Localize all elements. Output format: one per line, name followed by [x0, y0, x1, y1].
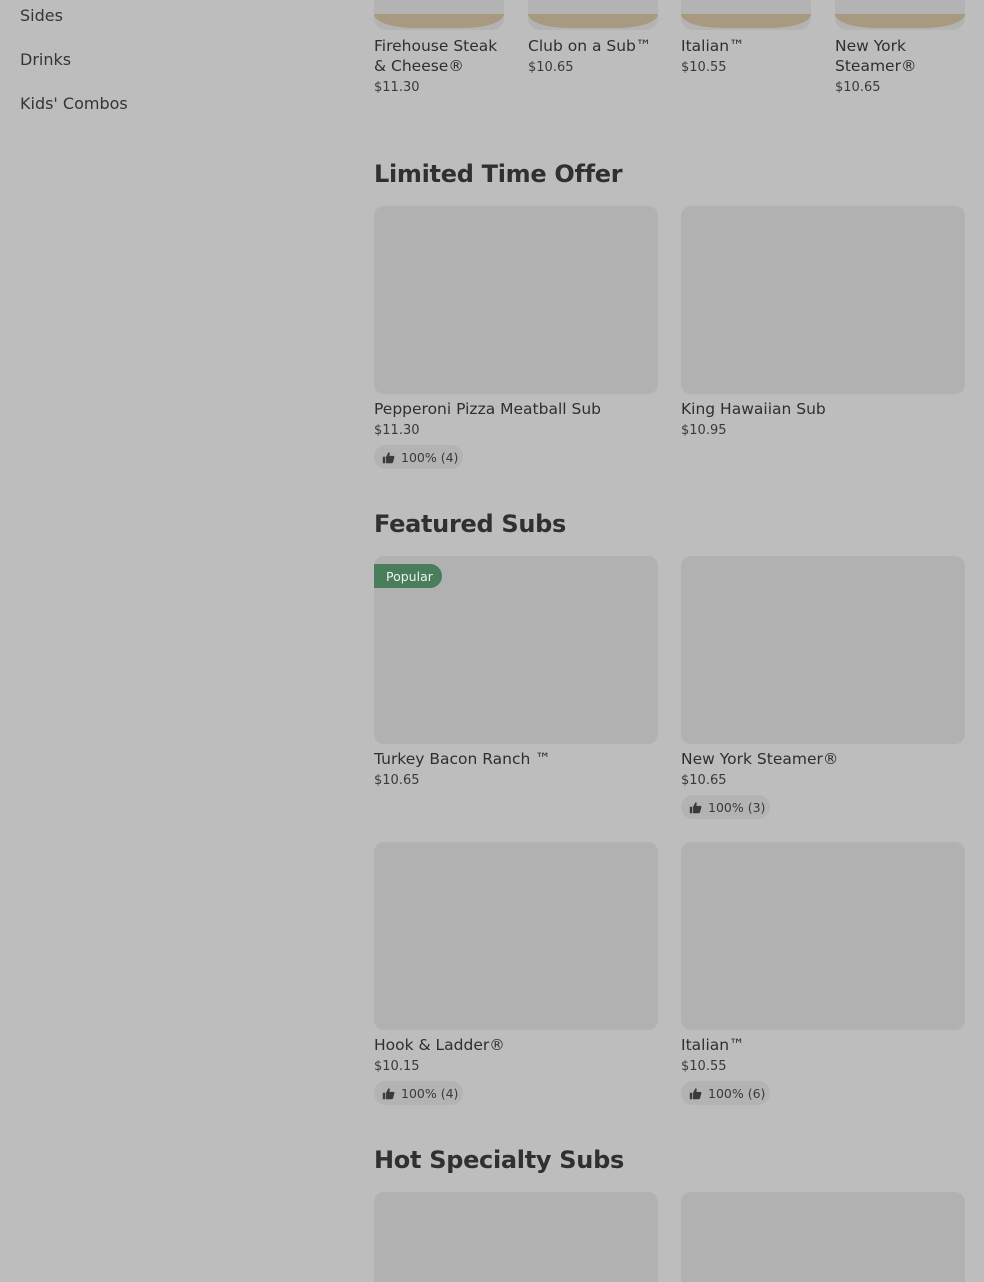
- product-image: [374, 842, 658, 1030]
- product-image: [681, 842, 965, 1030]
- product-name: King Hawaiian Sub: [681, 400, 826, 418]
- rating-text: 100% (4): [401, 1085, 459, 1101]
- product-price: $10.65: [681, 773, 727, 788]
- product-image: [528, 0, 658, 30]
- sidebar-item-drinks[interactable]: Drinks: [20, 50, 71, 69]
- section-title-hot-specialty-subs: Hot Specialty Subs: [374, 1146, 624, 1174]
- product-price: $10.15: [374, 1059, 420, 1074]
- popular-badge: Popular: [374, 564, 442, 588]
- section-title-limited-time-offer: Limited Time Offer: [374, 160, 623, 188]
- product-image: [374, 206, 658, 394]
- product-price: $10.65: [835, 80, 881, 95]
- thumbs-up-icon: [689, 801, 702, 813]
- product-image[interactable]: [374, 1192, 658, 1282]
- thumbs-up-icon: [382, 451, 395, 463]
- product-price: $10.55: [681, 60, 727, 75]
- rating-text: 100% (4): [401, 449, 459, 465]
- product-name: Turkey Bacon Ranch ™: [374, 750, 551, 768]
- product-price: $10.65: [374, 773, 420, 788]
- product-image: [681, 556, 965, 744]
- product-name: Firehouse Steak & Cheese®: [374, 37, 498, 75]
- product-price: $11.30: [374, 423, 420, 438]
- product-image[interactable]: [681, 1192, 965, 1282]
- page: Sides Drinks Kids' Combos Firehouse Stea…: [0, 0, 984, 1282]
- product-name: New York Steamer®: [835, 37, 917, 75]
- product-name: Pepperoni Pizza Meatball Sub: [374, 400, 601, 418]
- product-name: Hook & Ladder®: [374, 1036, 505, 1054]
- rating-pill: 100% (4): [374, 1081, 463, 1105]
- sidebar-item-kids-combos[interactable]: Kids' Combos: [20, 94, 128, 113]
- section-title-featured-subs: Featured Subs: [374, 510, 567, 538]
- product-name: Club on a Sub™: [528, 37, 652, 55]
- product-name: Italian™: [681, 37, 745, 55]
- product-image: [681, 0, 811, 30]
- rating-pill: 100% (6): [681, 1081, 770, 1105]
- rating-pill: 100% (4): [374, 445, 463, 469]
- thumbs-up-icon: [689, 1087, 702, 1099]
- product-name: Italian™: [681, 1036, 745, 1054]
- product-name: New York Steamer®: [681, 750, 839, 768]
- product-price: $10.65: [528, 60, 574, 75]
- product-price: $10.95: [681, 423, 727, 438]
- rating-text: 100% (6): [708, 1085, 766, 1101]
- sidebar-item-sides[interactable]: Sides: [20, 6, 63, 25]
- product-image: [681, 206, 965, 394]
- rating-pill: 100% (3): [681, 795, 770, 819]
- product-image: [835, 0, 965, 30]
- rating-text: 100% (3): [708, 799, 766, 815]
- product-price: $10.55: [681, 1059, 727, 1074]
- product-price: $11.30: [374, 80, 420, 95]
- thumbs-up-icon: [382, 1087, 395, 1099]
- product-image: [374, 0, 504, 30]
